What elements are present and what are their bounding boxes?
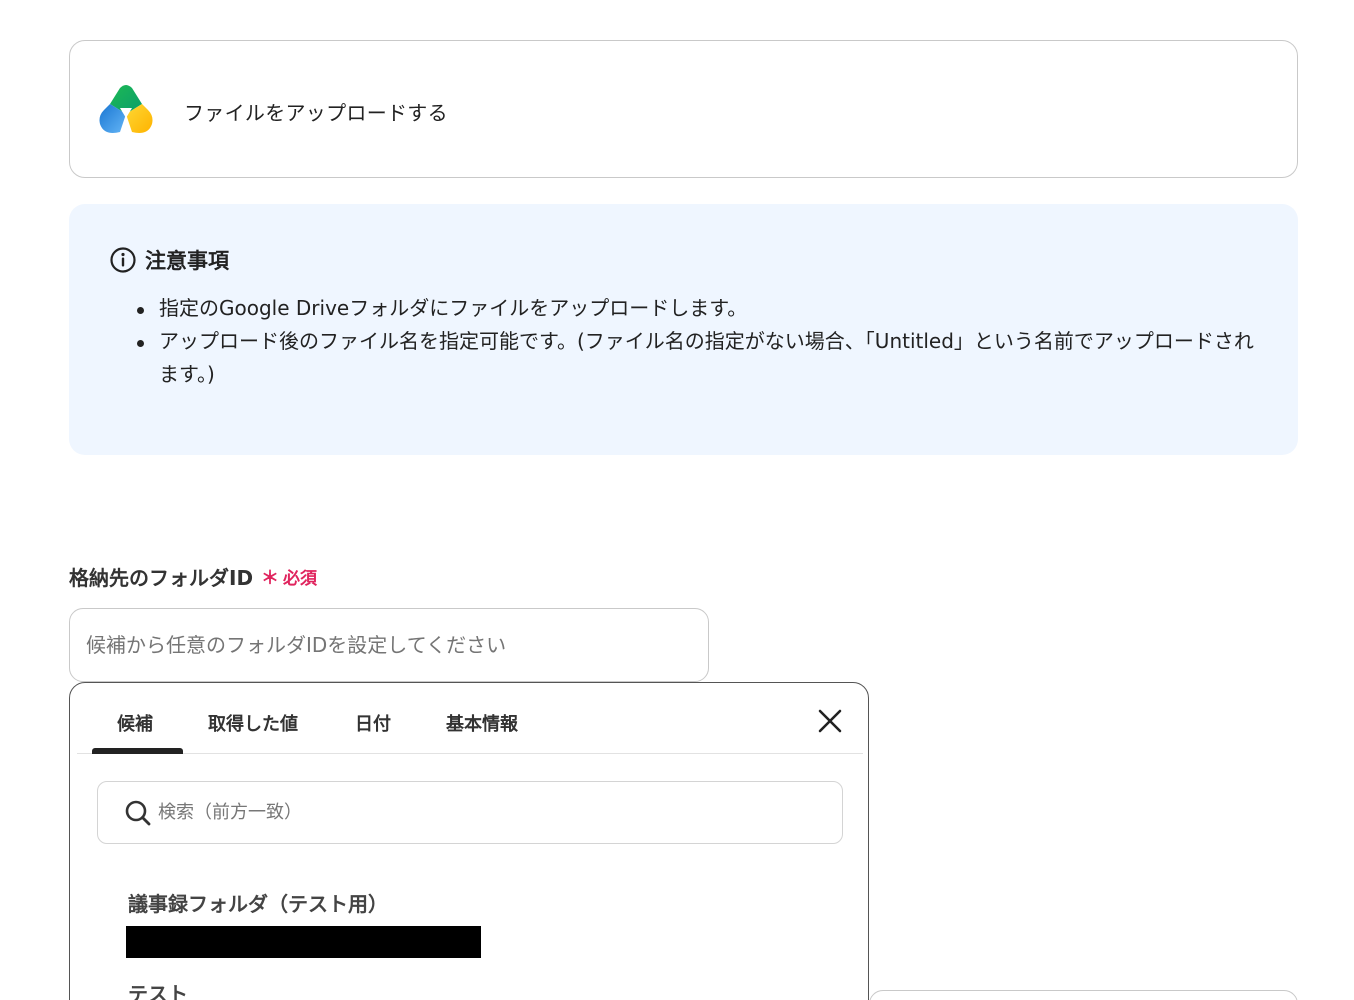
folder-id-label-text: 格納先のフォルダID [69,566,254,590]
notice-item: アップロード後のファイル名を指定可能です。(ファイル名の指定がない場合、「Unt… [137,325,1257,391]
candidate-picker-panel: 候補 取得した値 日付 基本情報 議事録フォルダ（テスト用） テスト [69,682,869,1000]
folder-id-label: 格納先のフォルダID ＊ 必須 [69,562,317,591]
tab-candidates[interactable]: 候補 [117,710,153,736]
notice-list: 指定のGoogle Driveフォルダにファイルをアップロードします。 アップロ… [137,292,1257,391]
picker-tabs: 候補 取得した値 日付 基本情報 [77,683,863,754]
tab-date[interactable]: 日付 [355,710,391,736]
candidate-option-title: 議事録フォルダ（テスト用） [128,892,388,916]
tab-retrieved-values[interactable]: 取得した値 [208,710,298,736]
action-header-card: ファイルをアップロードする [69,40,1298,178]
info-icon [110,247,136,273]
candidate-option-title: テスト [128,982,188,1000]
candidate-search-box [97,781,843,844]
redacted-folder-id [126,926,481,958]
yoom-logo-icon [99,85,153,133]
search-icon [125,800,151,826]
candidate-option[interactable]: 議事録フォルダ（テスト用） [126,888,481,958]
tab-basic-info[interactable]: 基本情報 [446,710,518,736]
action-title: ファイルをアップロードする [184,101,448,125]
notice-item: 指定のGoogle Driveフォルダにファイルをアップロードします。 [137,292,1257,325]
notice-box: 注意事項 指定のGoogle Driveフォルダにファイルをアップロードします。… [69,204,1298,455]
required-asterisk-icon: ＊ [261,567,280,589]
candidate-search-input[interactable] [158,782,818,843]
folder-id-input[interactable] [69,608,709,682]
active-tab-indicator [92,748,183,754]
notice-title: 注意事項 [145,249,229,273]
page: ファイルをアップロードする 注意事項 指定のGoogle Driveフォルダにフ… [0,0,1354,1000]
close-icon[interactable] [816,707,844,735]
required-badge: 必須 [283,569,318,589]
next-field-card [869,990,1298,1000]
candidate-option[interactable]: テスト [128,978,188,1000]
notice-header: 注意事項 [109,245,229,275]
